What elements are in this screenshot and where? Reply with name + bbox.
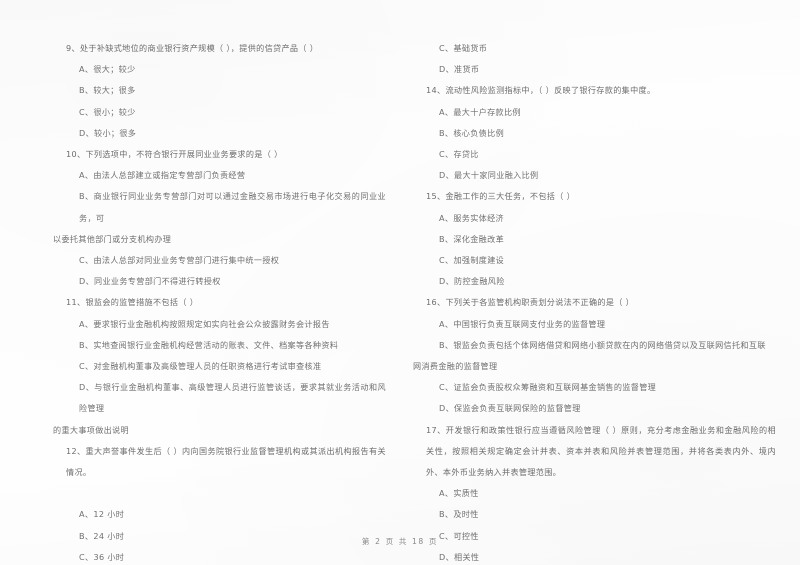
option-10-c: C、由法人总部对同业业务专营部门进行集中统一授权 — [79, 255, 280, 266]
question-stem-15: 15、金融工作的三大任务，不包括（ ） — [426, 191, 576, 202]
right-text-column: C、基础货币 D、准货币 14、流动性风险监测指标中，（ ）反映了银行存款的集中… — [400, 0, 800, 565]
question-block-15: 15、金融工作的三大任务，不包括（ ） A、服务实体经济 B、深化金融改革 C、… — [426, 186, 776, 292]
option-16-d: D、保监会负责互联网保险的监督管理 — [439, 403, 581, 414]
question-stem-11: 11、银监会的监管措施不包括（ ） — [66, 297, 199, 308]
question-stem-16: 16、下列关于各监管机构职责划分说法不正确的是（ ） — [426, 297, 635, 308]
question-stem-14: 14、流动性风险监测指标中，（ ）反映了银行存款的集中度。 — [426, 85, 656, 96]
option-16-b-continued: 网消费金融的监督管理 — [413, 361, 498, 372]
page-number-label: 第 2 页 共 18 页 — [361, 537, 439, 546]
option-9-b: B、较大；很多 — [79, 85, 136, 96]
page-footer: 第 2 页 共 18 页 — [0, 536, 800, 547]
option-15-b: B、深化金融改革 — [439, 233, 505, 244]
option-11-a: A、要求银行业金融机构按照规定如实向社会公众披露财务会计报告 — [79, 318, 330, 329]
option-16-a: A、中国银行负责互联网支付业务的监督管理 — [439, 318, 606, 329]
option-15-d: D、防控金融风险 — [439, 276, 505, 287]
option-16-c: C、证监会负责股权众筹融资和互联网基金销售的监督管理 — [439, 382, 657, 393]
option-12-a: A、12 小时 — [79, 509, 125, 520]
option-17-b: B、及时性 — [439, 509, 479, 520]
option-11-d-continued: 的重大事项做出说明 — [53, 424, 129, 435]
question-stem-10: 10、下列选项中，不符合银行开展同业业务要求的是（ ） — [66, 149, 283, 160]
option-14-b: B、核心负债比例 — [439, 127, 505, 138]
question-block-14: 14、流动性风险监测指标中，（ ）反映了银行存款的集中度。 A、最大十户存款比例… — [426, 80, 776, 186]
option-14-d: D、最大十家同业融入比例 — [439, 170, 539, 181]
question-block-13-continued: C、基础货币 D、准货币 — [426, 38, 776, 80]
option-9-d: D、较小；很多 — [79, 127, 137, 138]
option-9-c: C、很小；较少 — [79, 106, 136, 117]
option-11-b: B、实地查阅银行业金融机构经营活动的账表、文件、档案等各种资料 — [79, 339, 339, 350]
option-13-c: C、基础货币 — [439, 43, 488, 53]
option-10-d: D、同业业务专营部门不得进行转授权 — [79, 276, 221, 287]
option-12-c: C、36 小时 — [79, 551, 125, 562]
question-stem-17: 17、开发银行和政策性银行应当遵循风险管理（ ）原则，充分考虑金融业务和金融风险… — [426, 424, 776, 478]
question-block-16: 16、下列关于各监管机构职责划分说法不正确的是（ ） A、中国银行负责互联网支付… — [413, 292, 776, 419]
option-14-c: C、存贷比 — [439, 149, 479, 160]
scanned-exam-page: 9、处于补缺式地位的商业银行资产规模（ ），提供的信贷产品（ ） A、很大；较少… — [0, 0, 800, 565]
option-17-d: D、相关性 — [439, 551, 480, 562]
option-16-b: B、银监会负责包括个体网络借贷和网络小额贷款在内的网络借贷以及互联网信托和互联 — [439, 339, 766, 350]
question-block-9: 9、处于补缺式地位的商业银行资产规模（ ），提供的信贷产品（ ） A、很大；较少… — [66, 38, 386, 144]
option-10-a: A、由法人总部建立或指定专营部门负责经营 — [79, 170, 246, 181]
left-text-column: 9、处于补缺式地位的商业银行资产规模（ ），提供的信贷产品（ ） A、很大；较少… — [0, 0, 400, 565]
option-14-a: A、最大十户存款比例 — [439, 106, 521, 117]
option-9-a: A、很大；较少 — [79, 64, 136, 75]
option-17-a: A、实质性 — [439, 488, 479, 499]
option-10-b: B、商业银行同业业务专营部门对可以通过金融交易市场进行电子化交易的同业业务，可 — [79, 191, 386, 223]
question-block-10: 10、下列选项中，不符合银行开展同业业务要求的是（ ） A、由法人总部建立或指定… — [53, 144, 386, 292]
question-stem-9: 9、处于补缺式地位的商业银行资产规模（ ），提供的信贷产品（ ） — [66, 43, 319, 53]
two-column-layout: 9、处于补缺式地位的商业银行资产规模（ ），提供的信贷产品（ ） A、很大；较少… — [0, 0, 800, 565]
question-stem-12: 12、重大声誉事件发生后（ ）内向国务院银行业监督管理机构或其派出机构报告有关情… — [66, 445, 386, 478]
option-11-d: D、与银行业金融机构董事、高级管理人员进行监管谈话，要求其就业务活动和风险管理 — [79, 382, 386, 414]
question-block-11: 11、银监会的监管措施不包括（ ） A、要求银行业金融机构按照规定如实向社会公众… — [53, 292, 386, 440]
option-11-c: C、对金融机构董事及高级管理人员的任职资格进行考试审查核准 — [79, 361, 322, 372]
option-15-a: A、服务实体经济 — [439, 212, 504, 223]
option-10-b-continued: 以委托其他部门或分支机构办理 — [53, 233, 172, 244]
option-13-d: D、准货币 — [439, 64, 480, 75]
option-15-c: C、加强制度建设 — [439, 255, 505, 266]
